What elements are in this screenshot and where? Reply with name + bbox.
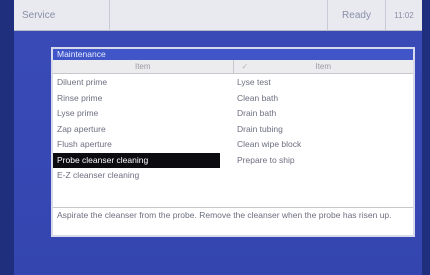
- list-item-lyse-test[interactable]: Lyse test: [233, 75, 413, 91]
- list-item-clean-wipe-block[interactable]: Clean wipe block: [233, 137, 413, 153]
- column-header-right: ✓ Item: [234, 60, 414, 73]
- list-item-rinse-prime[interactable]: Rinse prime: [53, 91, 233, 107]
- maintenance-item-grid: Diluent prime Rinse prime Lyse prime Zap…: [53, 74, 413, 184]
- screen: Service Ready 11:02 Maintenance Item ✓ I…: [14, 0, 422, 275]
- clock: 11:02: [394, 10, 414, 20]
- column-header-left: Item: [53, 60, 234, 73]
- checkmark-icon: ✓: [241, 62, 249, 71]
- list-item-ez-cleanser-cleaning[interactable]: E-Z cleanser cleaning: [53, 168, 233, 184]
- list-item-clean-bath[interactable]: Clean bath: [233, 91, 413, 107]
- top-status-bar: Service Ready 11:02: [14, 0, 422, 31]
- screen-title-tab[interactable]: Service: [14, 0, 110, 30]
- list-item-diluent-prime[interactable]: Diluent prime: [53, 75, 233, 91]
- left-item-column: Diluent prime Rinse prime Lyse prime Zap…: [53, 75, 233, 184]
- list-item-prepare-to-ship[interactable]: Prepare to ship: [233, 153, 413, 169]
- item-description: Aspirate the cleanser from the probe. Re…: [53, 207, 413, 235]
- column-header-right-label: Item: [315, 62, 332, 71]
- column-header-left-label: Item: [134, 62, 151, 71]
- list-item-zap-aperture[interactable]: Zap aperture: [53, 122, 233, 138]
- right-item-column: Lyse test Clean bath Drain bath Drain tu…: [233, 75, 413, 184]
- list-item-probe-cleanser-cleaning[interactable]: Probe cleanser cleaning: [53, 152, 220, 168]
- column-header-row: Item ✓ Item: [53, 60, 413, 74]
- maintenance-dialog: Maintenance Item ✓ Item Diluent prime Ri…: [51, 47, 415, 237]
- topbar-spacer: [110, 0, 328, 30]
- list-item-drain-tubing[interactable]: Drain tubing: [233, 122, 413, 138]
- list-item-lyse-prime[interactable]: Lyse prime: [53, 106, 233, 122]
- status-indicator: Ready: [328, 0, 386, 30]
- list-item-drain-bath[interactable]: Drain bath: [233, 106, 413, 122]
- list-item-flush-aperture[interactable]: Flush aperture: [53, 137, 233, 153]
- dialog-title: Maintenance: [53, 49, 413, 60]
